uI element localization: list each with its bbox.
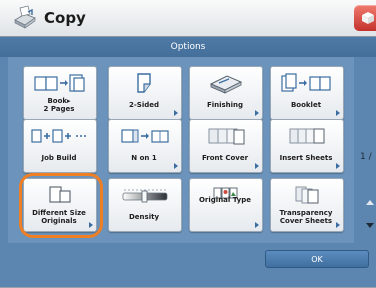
scroll-up-icon[interactable]	[366, 200, 374, 205]
more-arrow-icon	[336, 222, 340, 228]
original-type-button[interactable]: Original Type	[189, 178, 263, 232]
ok-button[interactable]: OK	[265, 250, 369, 268]
scroll-down-icon[interactable]	[366, 223, 374, 228]
tile-label: Insert Sheets	[279, 154, 333, 162]
finishing-icon	[209, 75, 243, 94]
n-on-one-button[interactable]: N on 1	[108, 119, 182, 173]
corner-menu-button[interactable]	[354, 5, 376, 31]
app-title: Copy	[44, 9, 86, 27]
tile-label: Booklet	[290, 101, 322, 109]
booklet-button[interactable]: Booklet	[270, 66, 344, 120]
tile-label: 2-Sided	[129, 101, 159, 109]
book-to-two-pages-button[interactable]: Book▸ 2 Pages	[23, 66, 97, 120]
more-arrow-icon	[255, 163, 259, 169]
job-build-icon	[31, 129, 86, 143]
two-sided-button[interactable]: 2-Sided	[108, 66, 182, 120]
front-cover-button[interactable]: Front Cover	[189, 119, 263, 173]
n-on-one-icon	[121, 129, 169, 143]
tile-label: Finishing	[206, 101, 244, 109]
more-arrow-icon	[255, 110, 259, 116]
tile-label: Original Type	[198, 196, 252, 204]
book-to-two-pages-icon	[34, 74, 85, 92]
more-arrow-icon	[255, 222, 259, 228]
more-arrow-icon	[336, 110, 340, 116]
page-indicator: 1 /	[360, 152, 372, 162]
density-button[interactable]: Density	[108, 178, 182, 232]
transparency-cover-icon	[295, 186, 319, 204]
tile-label: Job Build	[41, 154, 77, 162]
more-arrow-icon	[336, 163, 340, 169]
insert-sheets-icon	[289, 128, 325, 144]
front-cover-icon	[208, 128, 245, 145]
two-sided-icon	[137, 73, 151, 93]
tile-label: Density	[128, 213, 160, 221]
panel-title: Options	[0, 37, 376, 57]
tile-label: N on 1	[131, 154, 157, 162]
insert-sheets-button[interactable]: Insert Sheets	[270, 119, 344, 173]
more-arrow-icon	[174, 163, 178, 169]
cube-icon	[362, 12, 374, 24]
copy-machine-icon	[14, 5, 36, 29]
more-arrow-icon	[174, 110, 178, 116]
tile-label: Front Cover	[201, 154, 249, 162]
density-icon	[122, 189, 168, 203]
finishing-button[interactable]: Finishing	[189, 66, 263, 120]
highlight-ring	[19, 173, 103, 238]
transparency-cover-sheets-button[interactable]: Transparency Cover Sheets	[270, 178, 344, 232]
tile-label: Book▸ 2 Pages	[43, 97, 75, 113]
tile-label: Transparency Cover Sheets	[279, 209, 333, 225]
title-bar: Copy	[0, 0, 376, 37]
job-build-button[interactable]: Job Build	[23, 119, 97, 173]
booklet-icon	[281, 73, 331, 92]
